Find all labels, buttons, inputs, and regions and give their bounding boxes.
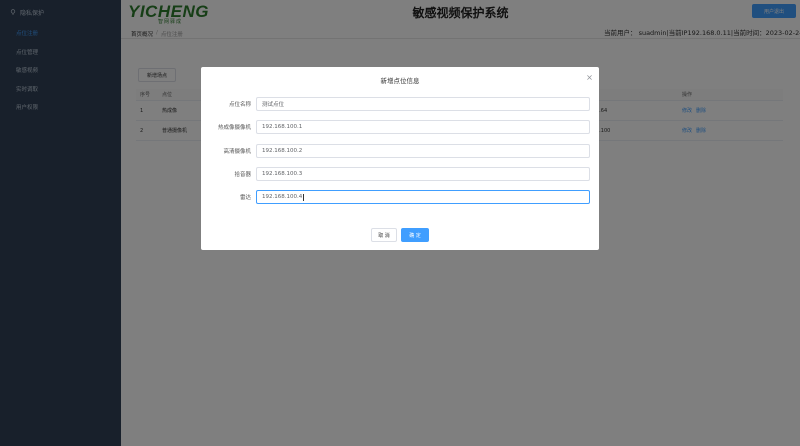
form-row-point-name: 点位名称 测试点位 bbox=[201, 97, 599, 111]
dialog-title: 新增点位信息 bbox=[380, 77, 420, 85]
cancel-button[interactable]: 取 消 bbox=[371, 228, 397, 242]
add-point-dialog: 新增点位信息 点位名称 测试点位 热成像摄像机 192.168.100.1 高清… bbox=[201, 67, 599, 250]
form-row-microphone: 拾音器 192.168.100.3 bbox=[201, 167, 599, 181]
point-name-input[interactable]: 测试点位 bbox=[256, 97, 590, 111]
hd-camera-input[interactable]: 192.168.100.2 bbox=[256, 144, 590, 158]
point-name-label: 点位名称 bbox=[228, 102, 251, 108]
microphone-input[interactable]: 192.168.100.3 bbox=[256, 167, 590, 181]
radar-label: 雷达 bbox=[239, 195, 251, 201]
confirm-button[interactable]: 确 定 bbox=[401, 228, 429, 242]
thermal-camera-label: 热成像摄像机 bbox=[217, 125, 251, 131]
form-row-thermal-camera: 热成像摄像机 192.168.100.1 bbox=[201, 120, 599, 134]
close-icon[interactable] bbox=[586, 74, 593, 81]
thermal-camera-input[interactable]: 192.168.100.1 bbox=[256, 120, 590, 134]
radar-input[interactable]: 192.168.100.4 bbox=[256, 190, 590, 204]
microphone-label: 拾音器 bbox=[234, 172, 251, 178]
form-row-radar: 雷达 192.168.100.4 bbox=[201, 190, 599, 204]
form-row-hd-camera: 高清摄像机 192.168.100.2 bbox=[201, 144, 599, 158]
text-caret bbox=[302, 193, 304, 201]
hd-camera-label: 高清摄像机 bbox=[223, 149, 251, 155]
